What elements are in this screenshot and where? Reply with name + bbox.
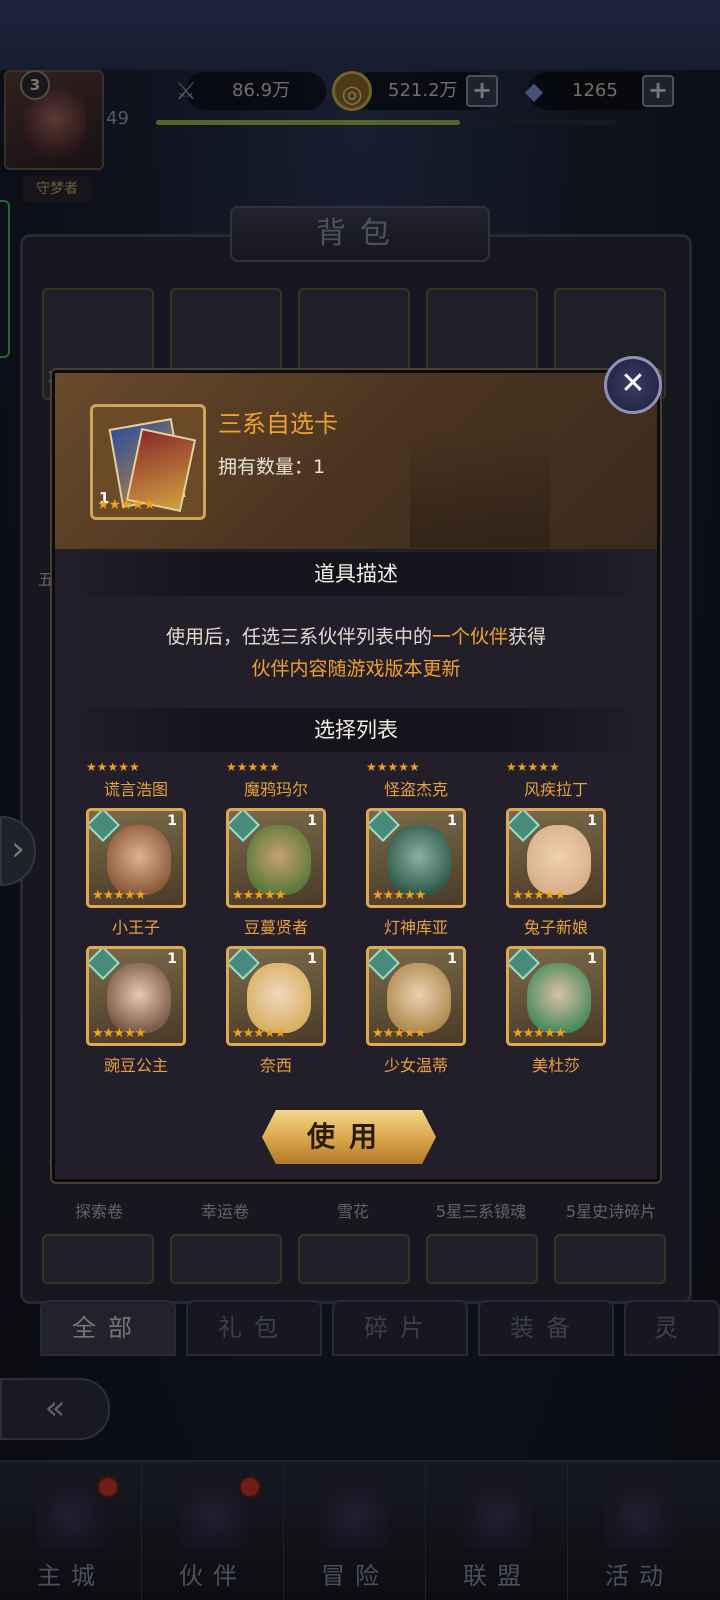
hero-portrait-frame: 1 ★★★★★	[506, 808, 606, 908]
hero-name: 小王子	[111, 918, 160, 937]
hero-portrait	[247, 825, 311, 895]
hero-name: 兔子新娘	[523, 918, 588, 937]
hero-portrait-frame: 1 ★★★★★	[86, 946, 186, 1046]
hero-name: 美杜莎	[531, 1056, 580, 1075]
star-rating: ★★★★★	[97, 497, 156, 513]
close-icon[interactable]: ✕	[604, 356, 662, 414]
description-line-2: 伙伴内容随游戏版本更新	[251, 658, 461, 680]
description-line-1: 使用后，任选三系伙伴列表中的一个伙伴获得	[60, 622, 652, 649]
hero-portrait	[107, 825, 171, 895]
hero-name[interactable]: 风疾拉丁	[486, 776, 626, 800]
hero-name[interactable]: 怪盗杰克	[346, 776, 486, 800]
hero-portrait-frame: 1 ★★★★★	[366, 946, 466, 1046]
star-rating: ★★★★★	[226, 760, 280, 774]
hero-portrait	[107, 963, 171, 1033]
star-rating: ★★★★★	[512, 1026, 566, 1041]
hero-portrait	[527, 825, 591, 895]
hero-portrait-frame: 1 ★★★★★	[506, 946, 606, 1046]
star-rating: ★★★★★	[92, 888, 146, 903]
star-rating: ★★★★★	[512, 888, 566, 903]
castle-silhouette	[410, 430, 550, 548]
hero-count: 1	[587, 813, 597, 829]
hero-name: 少女温蒂	[383, 1056, 448, 1075]
hero-portrait-frame: 1 ★★★★★	[226, 808, 326, 908]
star-rating: ★★★★★	[232, 888, 286, 903]
select-list-heading: 选择列表	[60, 708, 652, 752]
use-button[interactable]: 使用	[262, 1110, 436, 1164]
description-heading: 道具描述	[60, 552, 652, 596]
star-rating: ★★★★★	[366, 760, 420, 774]
hero-name[interactable]: 谎言浩图	[66, 776, 206, 800]
description-text: 使用后，任选三系伙伴列表中的	[165, 626, 432, 648]
hero-portrait-frame: 1 ★★★★★	[86, 808, 186, 908]
hero-portrait	[387, 963, 451, 1033]
star-rating: ★★★★★	[86, 760, 140, 774]
star-rating: ★★★★★	[506, 760, 560, 774]
star-rating: ★★★★★	[372, 888, 426, 903]
description-text: 获得	[508, 626, 547, 648]
hero-portrait-frame: 1 ★★★★★	[226, 946, 326, 1046]
hero-count: 1	[587, 951, 597, 967]
item-name: 三系自选卡	[218, 410, 338, 438]
hero-count: 1	[447, 813, 457, 829]
hero-name: 豆蔓贤者	[243, 918, 308, 937]
hero-count: 1	[167, 813, 177, 829]
hero-name: 豌豆公主	[103, 1056, 168, 1075]
description-highlight: 一个伙伴	[431, 626, 508, 648]
hero-portrait	[387, 825, 451, 895]
hero-name: 灯神库亚	[383, 918, 448, 937]
hero-count: 1	[167, 951, 177, 967]
hero-portrait-frame: 1 ★★★★★	[366, 808, 466, 908]
star-rating: ★★★★★	[92, 1026, 146, 1041]
hero-name[interactable]: 魔鸦玛尔	[206, 776, 346, 800]
owned-quantity: 拥有数量：1	[218, 456, 326, 478]
hero-name: 奈西	[259, 1056, 292, 1075]
hero-portrait	[527, 963, 591, 1033]
hero-count: 1	[307, 813, 317, 829]
hero-count: 1	[307, 951, 317, 967]
hero-count: 1	[447, 951, 457, 967]
item-card: 1 ★★★★★	[90, 404, 206, 520]
star-rating: ★★★★★	[232, 1026, 286, 1041]
hero-portrait	[247, 963, 311, 1033]
star-rating: ★★★★★	[372, 1026, 426, 1041]
